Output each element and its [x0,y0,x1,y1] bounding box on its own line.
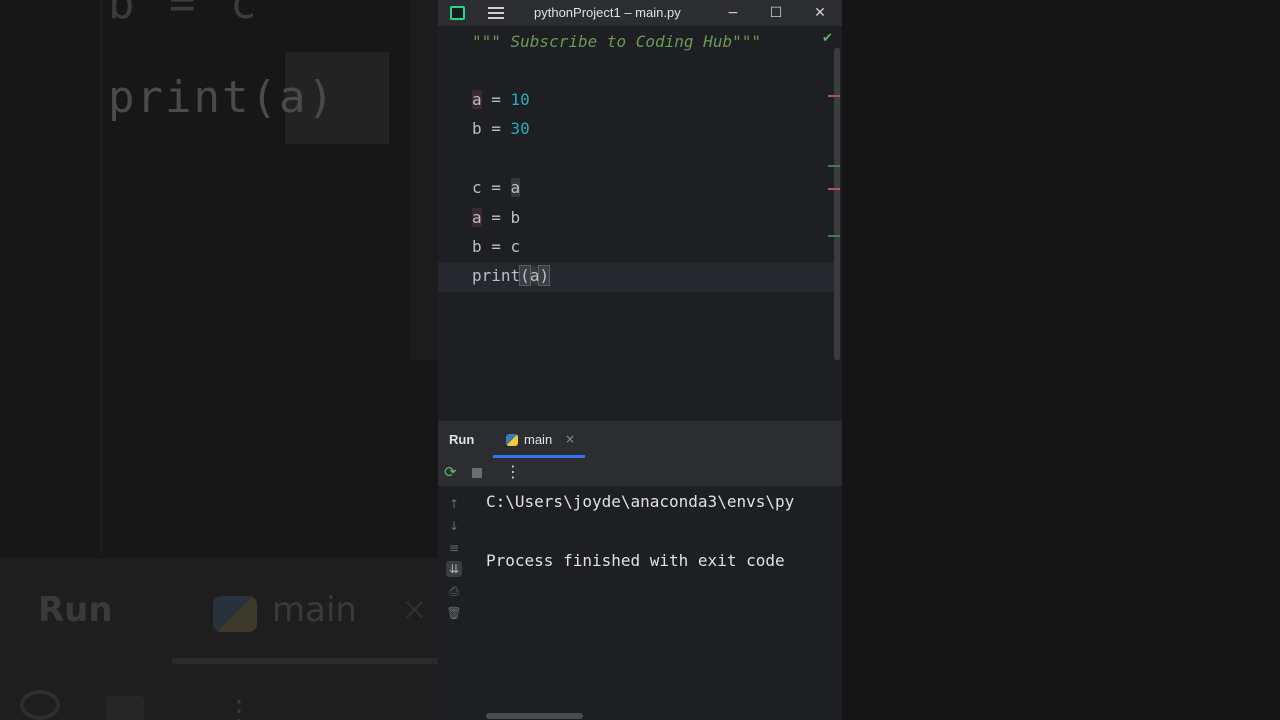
background-run-label: Run [38,590,113,630]
minimize-button[interactable]: − [722,3,744,23]
change-stripe-marker[interactable] [828,235,840,237]
rerun-icon[interactable]: ⟳ [444,463,457,481]
operator-token: = [481,208,511,227]
title-bar[interactable]: pythonProject1 – main.py − ☐ ✕ [438,0,842,26]
error-stripe-marker[interactable] [828,188,840,190]
error-stripe-marker[interactable] [828,95,840,97]
variable-reference-token: a [510,178,521,197]
operator-token: = [481,178,511,197]
pycharm-logo-icon [450,6,465,20]
background-zoom-left: b = c print(a) Run main × ⋮ [0,0,438,720]
number-token: 10 [510,90,530,109]
close-window-button[interactable]: ✕ [809,3,831,23]
background-code-top: b = c [108,0,261,29]
trash-icon[interactable]: 🗑 [446,605,462,621]
stop-icon[interactable] [472,468,482,478]
code-line-print[interactable]: print(a) [472,265,551,287]
operator-token: = [481,237,511,256]
more-options-icon[interactable]: ⋮ [505,462,521,481]
window-title: pythonProject1 – main.py [534,5,681,20]
console-output-line: Process finished with exit code [486,551,785,570]
variable-token: c [472,178,482,197]
background-tab-underline [172,658,438,664]
code-line-5[interactable]: b = c [472,236,520,258]
code-line-2[interactable]: b = 30 [472,118,530,140]
maximize-button[interactable]: ☐ [765,3,787,23]
background-gutter [100,0,102,555]
background-run-panel [0,558,438,720]
arrow-down-icon[interactable]: ↓ [446,518,462,534]
inspection-ok-icon[interactable]: ✔ [822,31,833,46]
tab-close-icon[interactable]: × [565,432,575,446]
code-line-3[interactable]: c = a [472,177,521,199]
code-editor[interactable]: ✔ """ Subscribe to Coding Hub""" a = 10 … [438,26,842,421]
console-horizontal-scrollbar[interactable] [486,713,583,719]
variable-token: b [472,119,482,138]
scroll-to-end-icon[interactable]: ⇊ [446,561,462,577]
background-python-icon [213,596,257,632]
ide-window: pythonProject1 – main.py − ☐ ✕ ✔ """ Sub… [438,0,842,720]
run-title: Run [449,432,475,447]
tab-main[interactable]: main [524,432,552,447]
hamburger-menu-icon[interactable] [488,7,504,19]
arrow-up-icon[interactable]: ↑ [446,496,462,512]
background-more-icon: ⋮ [225,694,253,720]
code-line-docstring[interactable]: """ Subscribe to Coding Hub""" [472,31,761,53]
python-file-icon [506,434,518,446]
function-token: print [472,266,521,285]
console-output-line: C:\Users\joyde\anaconda3\envs\py [486,492,795,511]
background-close-icon: × [402,592,428,627]
background-scrollbar [410,0,438,360]
variable-token: a [472,208,482,227]
run-side-toolbar: ↑ ↓ ≡ ⇊ ⎙ 🗑 [438,486,472,720]
code-line-1[interactable]: a = 10 [472,89,530,111]
run-tool-window: Run main × ⟳ ⋮ ↑ ↓ ≡ ⇊ ⎙ 🗑 C:\Users\joyd… [438,421,842,720]
run-toolbar: ⟳ ⋮ [438,458,842,486]
open-paren-token: ( [519,265,531,286]
operator-token: = [481,90,511,109]
run-tool-header: Run main × [438,422,842,458]
print-icon[interactable]: ⎙ [446,583,462,599]
background-code-print: print(a) [108,72,336,123]
number-token: 30 [510,119,530,138]
background-tab-label: main [272,590,357,630]
variable-reference-token: b [510,208,521,227]
variable-reference-token: c [510,237,521,256]
background-rerun-icon [20,690,60,720]
code-line-4[interactable]: a = b [472,207,520,229]
variable-token: a [472,90,482,109]
background-zoom-right [842,0,1280,720]
change-stripe-marker[interactable] [828,165,840,167]
background-stop-icon [106,696,144,720]
soft-wrap-icon[interactable]: ≡ [446,540,462,556]
close-paren-token: ) [538,265,551,286]
variable-token: b [472,237,482,256]
operator-token: = [481,119,511,138]
